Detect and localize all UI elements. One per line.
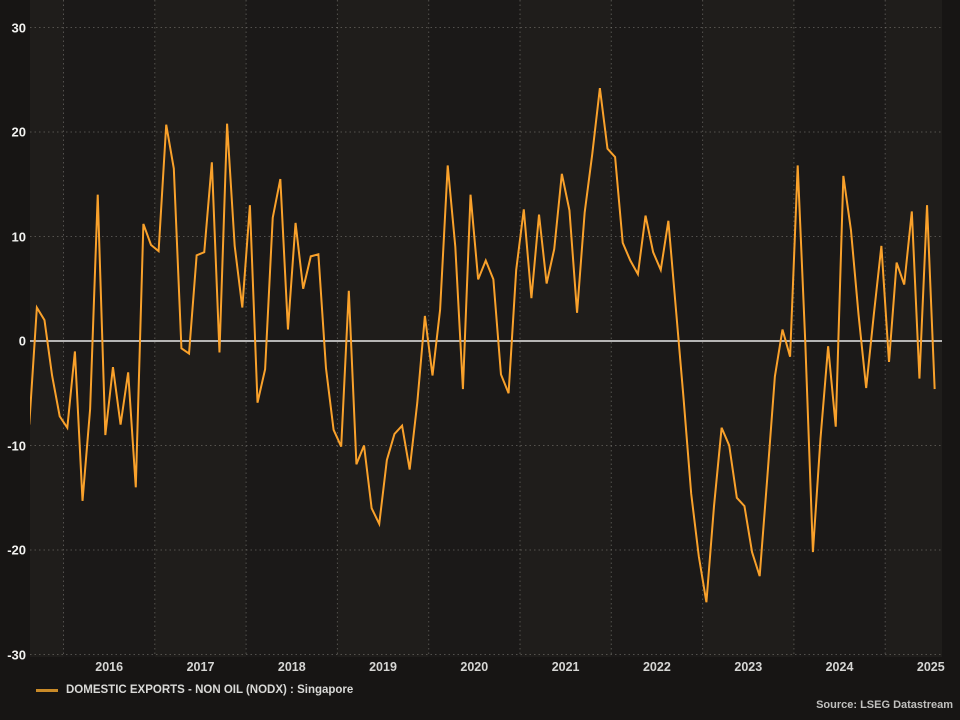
y-tick-label: 10 xyxy=(0,229,26,244)
x-tick-label: 2019 xyxy=(369,660,397,674)
x-tick-label: 2020 xyxy=(460,660,488,674)
y-tick-label: 20 xyxy=(0,125,26,140)
chart-root: 30 20 10 0 -10 -20 -30 2016 2017 2018 2019 2020 202… xyxy=(0,0,960,720)
x-tick-label: 2022 xyxy=(643,660,671,674)
source-credit: Source: LSEG Datastream xyxy=(816,699,953,711)
x-tick-label: 2018 xyxy=(278,660,306,674)
x-tick-label: 2017 xyxy=(187,660,215,674)
year-band xyxy=(611,0,702,657)
legend-label: DOMESTIC EXPORTS - NON OIL (NODX) : Sing… xyxy=(66,684,353,696)
y-tick-label: 0 xyxy=(0,334,26,349)
y-tick-label: -30 xyxy=(0,647,26,662)
year-band xyxy=(885,0,942,657)
y-tick-label: -20 xyxy=(0,543,26,558)
year-band xyxy=(520,0,611,657)
year-band xyxy=(703,0,794,657)
y-tick-label: -10 xyxy=(0,438,26,453)
year-band xyxy=(429,0,520,657)
x-tick-label: 2023 xyxy=(734,660,762,674)
legend-line-swatch xyxy=(36,689,58,692)
legend: DOMESTIC EXPORTS - NON OIL (NODX) : Sing… xyxy=(36,684,353,696)
x-tick-label: 2024 xyxy=(826,660,854,674)
x-tick-label: 2021 xyxy=(552,660,580,674)
x-tick-label: 2025 xyxy=(917,660,945,674)
y-tick-label: 30 xyxy=(0,20,26,35)
plot-area xyxy=(0,0,960,720)
x-tick-label: 2016 xyxy=(95,660,123,674)
year-band xyxy=(155,0,246,657)
